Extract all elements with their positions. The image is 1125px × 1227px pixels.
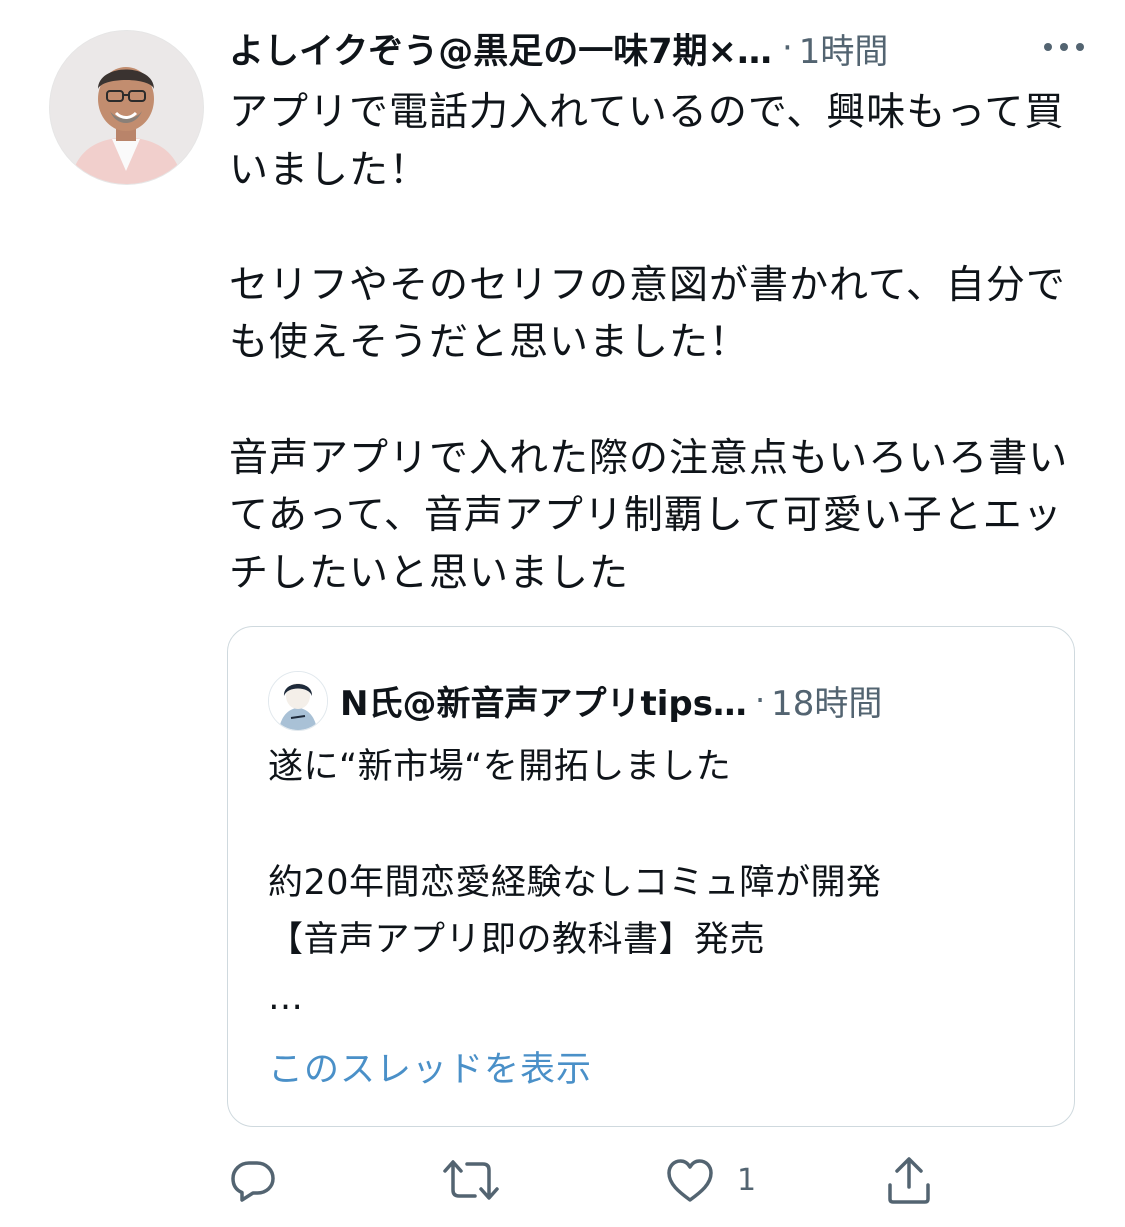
quoted-tweet-card[interactable]: N氏@新音声アプリtips… · 18時間 遂に“新市場“を開拓しました 約20… <box>227 626 1075 1127</box>
author-avatar-image <box>50 31 203 184</box>
share-icon <box>885 1155 933 1205</box>
quoted-header-separator: · <box>754 681 766 719</box>
quoted-author-name[interactable]: N氏@新音声アプリtips… <box>340 676 747 725</box>
show-thread-link[interactable]: このスレッドを表示 <box>268 1041 592 1092</box>
tweet-header: よしイクぞう@黒足の一味7期×… · 1時間 <box>229 22 1089 74</box>
author-name[interactable]: よしイクぞう@黒足の一味7期×… <box>229 23 772 74</box>
header-separator: · <box>781 28 793 68</box>
more-icon[interactable] <box>1039 32 1089 62</box>
heart-icon <box>665 1156 715 1204</box>
tweet-text: アプリで電話力入れているので、興味もって買いました！ セリフやそのセリフの意図が… <box>229 90 1069 596</box>
tweet-action-bar: 1 <box>229 1150 989 1210</box>
share-button[interactable] <box>885 1150 955 1210</box>
tweet-timestamp[interactable]: 1時間 <box>799 24 889 73</box>
reply-icon <box>229 1156 277 1204</box>
quoted-tweet-timestamp[interactable]: 18時間 <box>771 676 882 725</box>
quoted-author-avatar <box>268 671 328 731</box>
like-count: 1 <box>737 1162 757 1198</box>
retweet-button[interactable] <box>441 1150 523 1210</box>
quoted-tweet-header: N氏@新音声アプリtips… · 18時間 <box>340 671 882 729</box>
reply-button[interactable] <box>229 1150 299 1210</box>
like-button[interactable]: 1 <box>665 1150 756 1210</box>
author-avatar[interactable] <box>49 30 204 185</box>
quoted-tweet-text: 遂に“新市場“を開拓しました 約20年間恋愛経験なしコミュ障が開発 【音声アプリ… <box>268 747 882 1019</box>
retweet-icon <box>441 1156 501 1204</box>
